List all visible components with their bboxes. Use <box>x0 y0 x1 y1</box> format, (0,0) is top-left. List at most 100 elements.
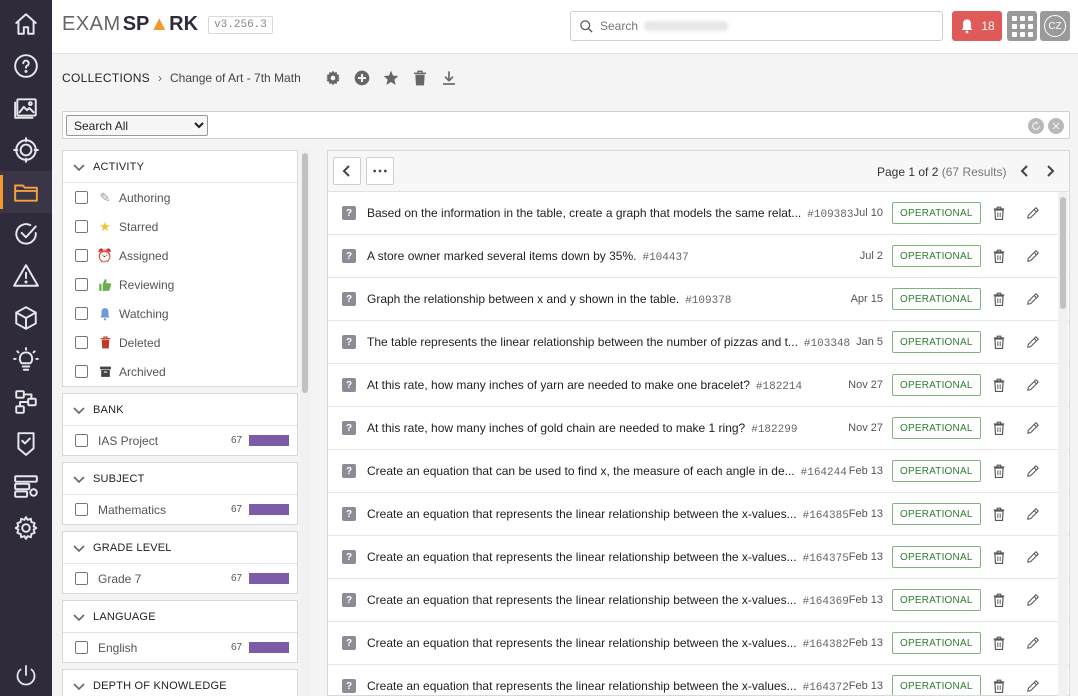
filter-group-header[interactable]: DEPTH OF KNOWLEDGE <box>63 670 297 696</box>
checkbox[interactable] <box>75 503 88 516</box>
item-title[interactable]: Create an equation that can be used to f… <box>367 464 847 479</box>
more-options-button[interactable] <box>366 157 394 185</box>
table-row[interactable]: ? At this rate, how many inches of yarn a… <box>328 364 1069 407</box>
table-row[interactable]: ? Create an equation that represents the … <box>328 493 1069 536</box>
breadcrumb-collections-link[interactable]: COLLECTIONS <box>62 71 150 85</box>
delete-item-button[interactable] <box>992 679 1006 693</box>
nav-media[interactable] <box>0 87 52 129</box>
delete-item-button[interactable] <box>992 206 1006 220</box>
edit-item-button[interactable] <box>1026 249 1040 263</box>
checkbox[interactable] <box>75 191 88 204</box>
nav-badges[interactable] <box>0 423 52 465</box>
refresh-search-button[interactable] <box>1028 118 1044 134</box>
delete-item-button[interactable] <box>992 464 1006 478</box>
star-collection-button[interactable] <box>383 70 400 87</box>
delete-item-button[interactable] <box>992 378 1006 392</box>
delete-collection-button[interactable] <box>412 70 429 87</box>
item-title[interactable]: Create an equation that represents the l… <box>367 636 849 651</box>
nav-target[interactable] <box>0 129 52 171</box>
item-title[interactable]: Create an equation that represents the l… <box>367 507 849 522</box>
checkbox[interactable] <box>75 336 88 349</box>
search-scope-select[interactable]: Search All <box>66 115 208 136</box>
filter-reviewing[interactable]: Reviewing <box>63 270 297 299</box>
nav-ideas[interactable] <box>0 339 52 381</box>
item-title[interactable]: Create an equation that represents the l… <box>367 593 849 608</box>
filter-language-english[interactable]: English 67 <box>63 633 297 662</box>
nav-workflow[interactable] <box>0 381 52 423</box>
edit-item-button[interactable] <box>1026 378 1040 392</box>
table-row[interactable]: ? Create an equation that represents the … <box>328 622 1069 665</box>
examspark-logo[interactable]: EXAM SP▲RK v3.256.3 <box>62 13 273 36</box>
filter-group-header[interactable]: GRADE LEVEL <box>63 532 297 564</box>
edit-item-button[interactable] <box>1026 292 1040 306</box>
collection-settings-button[interactable] <box>325 70 342 87</box>
filter-group-header[interactable]: SUBJECT <box>63 463 297 495</box>
delete-item-button[interactable] <box>992 636 1006 650</box>
delete-item-button[interactable] <box>992 550 1006 564</box>
edit-item-button[interactable] <box>1026 550 1040 564</box>
filter-group-header[interactable]: ACTIVITY <box>63 151 297 183</box>
download-collection-button[interactable] <box>441 70 458 87</box>
checkbox[interactable] <box>75 365 88 378</box>
edit-item-button[interactable] <box>1026 593 1040 607</box>
filter-authoring[interactable]: ✎ Authoring <box>63 183 297 212</box>
logout-button[interactable] <box>0 656 52 696</box>
clear-search-button[interactable] <box>1048 118 1064 134</box>
edit-item-button[interactable] <box>1026 636 1040 650</box>
table-row[interactable]: ? Create an equation that represents the … <box>328 536 1069 579</box>
previous-page-button[interactable] <box>1016 163 1032 179</box>
table-row[interactable]: ? The table represents the linear relatio… <box>328 321 1069 364</box>
nav-collections[interactable] <box>0 171 52 213</box>
nav-servers[interactable] <box>0 465 52 507</box>
table-row[interactable]: ? Based on the information in the table, … <box>328 192 1069 235</box>
checkbox[interactable] <box>75 434 88 447</box>
delete-item-button[interactable] <box>992 421 1006 435</box>
filter-grade-7[interactable]: Grade 7 67 <box>63 564 297 593</box>
table-row[interactable]: ? Create an equation that represents the … <box>328 579 1069 622</box>
nav-packages[interactable] <box>0 297 52 339</box>
delete-item-button[interactable] <box>992 335 1006 349</box>
edit-item-button[interactable] <box>1026 464 1040 478</box>
next-page-button[interactable] <box>1043 163 1059 179</box>
checkbox[interactable] <box>75 641 88 654</box>
table-row[interactable]: ? Graph the relationship between x and y … <box>328 278 1069 321</box>
edit-item-button[interactable] <box>1026 206 1040 220</box>
nav-review[interactable] <box>0 213 52 255</box>
delete-item-button[interactable] <box>992 292 1006 306</box>
edit-item-button[interactable] <box>1026 679 1040 693</box>
item-title[interactable]: A store owner marked several items down … <box>367 249 689 264</box>
filter-bank-ias-project[interactable]: IAS Project 67 <box>63 426 297 455</box>
table-row[interactable]: ? At this rate, how many inches of gold c… <box>328 407 1069 450</box>
notifications-button[interactable]: 18 <box>952 11 1002 41</box>
filter-archived[interactable]: Archived <box>63 357 297 386</box>
nav-settings[interactable] <box>0 507 52 549</box>
delete-item-button[interactable] <box>992 507 1006 521</box>
collapse-sidebar-button[interactable] <box>333 157 361 185</box>
item-title[interactable]: At this rate, how many inches of gold ch… <box>367 421 797 436</box>
filter-watching[interactable]: Watching <box>63 299 297 328</box>
checkbox[interactable] <box>75 278 88 291</box>
filter-scrollbar[interactable] <box>300 150 310 696</box>
checkbox[interactable] <box>75 249 88 262</box>
results-scrollbar[interactable] <box>1058 192 1068 696</box>
table-row[interactable]: ? Create an equation that represents the … <box>328 665 1069 695</box>
item-title[interactable]: Based on the information in the table, c… <box>367 206 853 221</box>
item-title[interactable]: At this rate, how many inches of yarn ar… <box>367 378 802 393</box>
filter-deleted[interactable]: Deleted <box>63 328 297 357</box>
filter-group-header[interactable]: BANK <box>63 394 297 426</box>
edit-item-button[interactable] <box>1026 335 1040 349</box>
user-avatar[interactable]: CZ <box>1040 11 1070 41</box>
table-row[interactable]: ? A store owner marked several items down… <box>328 235 1069 278</box>
item-title[interactable]: Create an equation that represents the l… <box>367 550 849 565</box>
filter-starred[interactable]: ★ Starred <box>63 212 297 241</box>
delete-item-button[interactable] <box>992 249 1006 263</box>
nav-home[interactable] <box>0 3 52 45</box>
add-to-collection-button[interactable] <box>354 70 371 87</box>
item-title[interactable]: The table represents the linear relation… <box>367 335 850 350</box>
checkbox[interactable] <box>75 572 88 585</box>
edit-item-button[interactable] <box>1026 507 1040 521</box>
filter-group-header[interactable]: LANGUAGE <box>63 601 297 633</box>
item-title[interactable]: Graph the relationship between x and y s… <box>367 292 731 307</box>
item-title[interactable]: Create an equation that represents the l… <box>367 679 849 694</box>
global-search-input[interactable] <box>600 19 640 33</box>
